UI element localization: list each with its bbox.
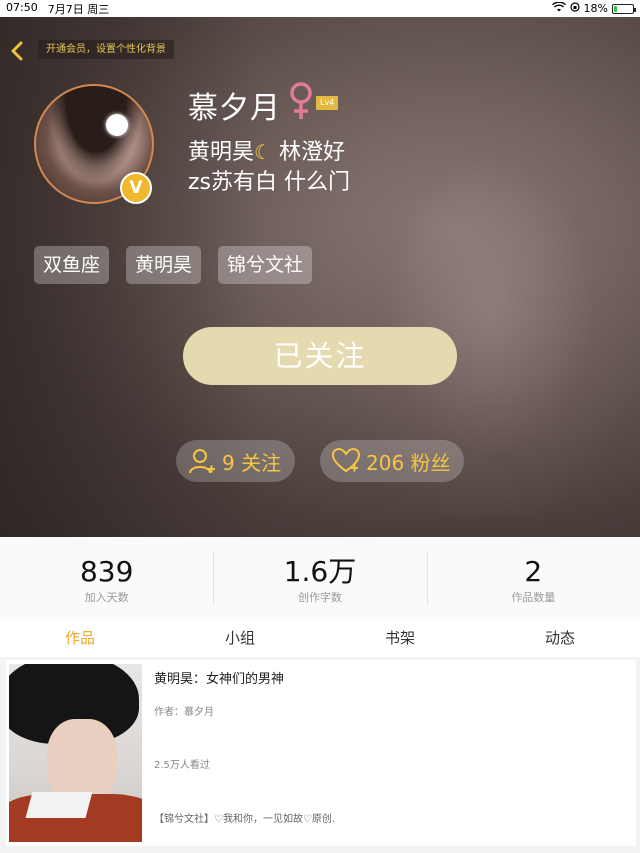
- vip-background-hint[interactable]: 开通会员，设置个性化背景: [38, 40, 174, 59]
- tag-item[interactable]: 锦兮文社: [218, 246, 313, 284]
- tab-works[interactable]: 作品: [0, 619, 160, 657]
- work-card[interactable]: 黄明昊：女神们的男神 作者：慕夕月 2.5万人看过 【锦兮文社】♡我和你，一见如…: [6, 660, 636, 846]
- female-icon: [287, 81, 317, 121]
- status-date: 7月7日 周三: [47, 2, 110, 16]
- work-title[interactable]: 黄明昊：女神们的男神: [154, 668, 284, 687]
- stats-row: 839 加入天数 1.6万 创作字数 2 作品数量: [0, 537, 640, 619]
- work-description: 【锦兮文社】♡我和你，一见如故♡原创.: [154, 814, 336, 825]
- stat-value: 839: [79, 555, 134, 588]
- work-author: 作者：慕夕月: [154, 707, 214, 718]
- wifi-icon: [551, 1, 566, 15]
- username: 慕夕月: [188, 91, 281, 126]
- bio-line-1-b: 林澄好: [278, 140, 345, 165]
- level-badge: Lv4: [316, 96, 339, 110]
- work-views: 2.5万人看过: [154, 760, 210, 771]
- work-cover-image[interactable]: [9, 664, 142, 842]
- following-count-label: 9 关注: [222, 450, 282, 475]
- tag-list: 双鱼座 黄明昊 锦兮文社: [34, 246, 313, 284]
- bio-line-1-a: 黄明昊: [188, 140, 255, 165]
- chevron-left-icon: [11, 41, 23, 61]
- stat-works-count: 2 作品数量: [426, 537, 640, 619]
- stat-label: 加入天数: [84, 591, 129, 604]
- vip-badge: V: [120, 172, 152, 204]
- tab-activity[interactable]: 动态: [480, 619, 640, 657]
- bio-line-1: 黄明昊☾ 林澄好: [188, 134, 345, 166]
- bio-line-2: zs苏有白 什么门: [188, 170, 351, 195]
- orientation-lock-icon: [569, 2, 580, 15]
- profile-hero: 开通会员，设置个性化背景 V 慕夕月 Lv4 黄明昊☾ 林澄好 zs苏有白 什么…: [0, 17, 640, 537]
- profile-tabs: 作品 小组 书架 动态: [0, 619, 640, 657]
- avatar-flower: [106, 114, 128, 136]
- stat-value: 1.6万: [283, 555, 357, 588]
- stat-label: 创作字数: [297, 591, 342, 604]
- status-time: 07:50: [6, 0, 38, 14]
- battery-percent: 18%: [583, 2, 608, 15]
- tag-item[interactable]: 黄明昊: [126, 246, 202, 284]
- user-add-icon: [189, 449, 215, 474]
- heart-add-icon: [332, 448, 360, 473]
- tab-bookshelf[interactable]: 书架: [320, 619, 480, 657]
- stat-days-joined: 839 加入天数: [0, 537, 213, 619]
- stat-label: 作品数量: [511, 591, 556, 604]
- moon-icon: ☾: [254, 140, 272, 164]
- following-count-button[interactable]: 9 关注: [176, 440, 295, 482]
- battery-fill: [614, 5, 617, 12]
- back-button[interactable]: [8, 39, 28, 63]
- follow-button[interactable]: 已关注: [183, 327, 457, 385]
- battery-icon: [612, 3, 636, 14]
- tag-item[interactable]: 双鱼座: [34, 246, 110, 284]
- followers-count-button[interactable]: 206 粉丝: [320, 440, 464, 482]
- stat-word-count: 1.6万 创作字数: [213, 537, 426, 619]
- followers-count-label: 206 粉丝: [366, 450, 451, 475]
- stat-value: 2: [524, 555, 543, 588]
- tab-groups[interactable]: 小组: [160, 619, 320, 657]
- cover-collar: [25, 792, 93, 818]
- status-bar: 07:50 7月7日 周三 18%: [0, 0, 640, 17]
